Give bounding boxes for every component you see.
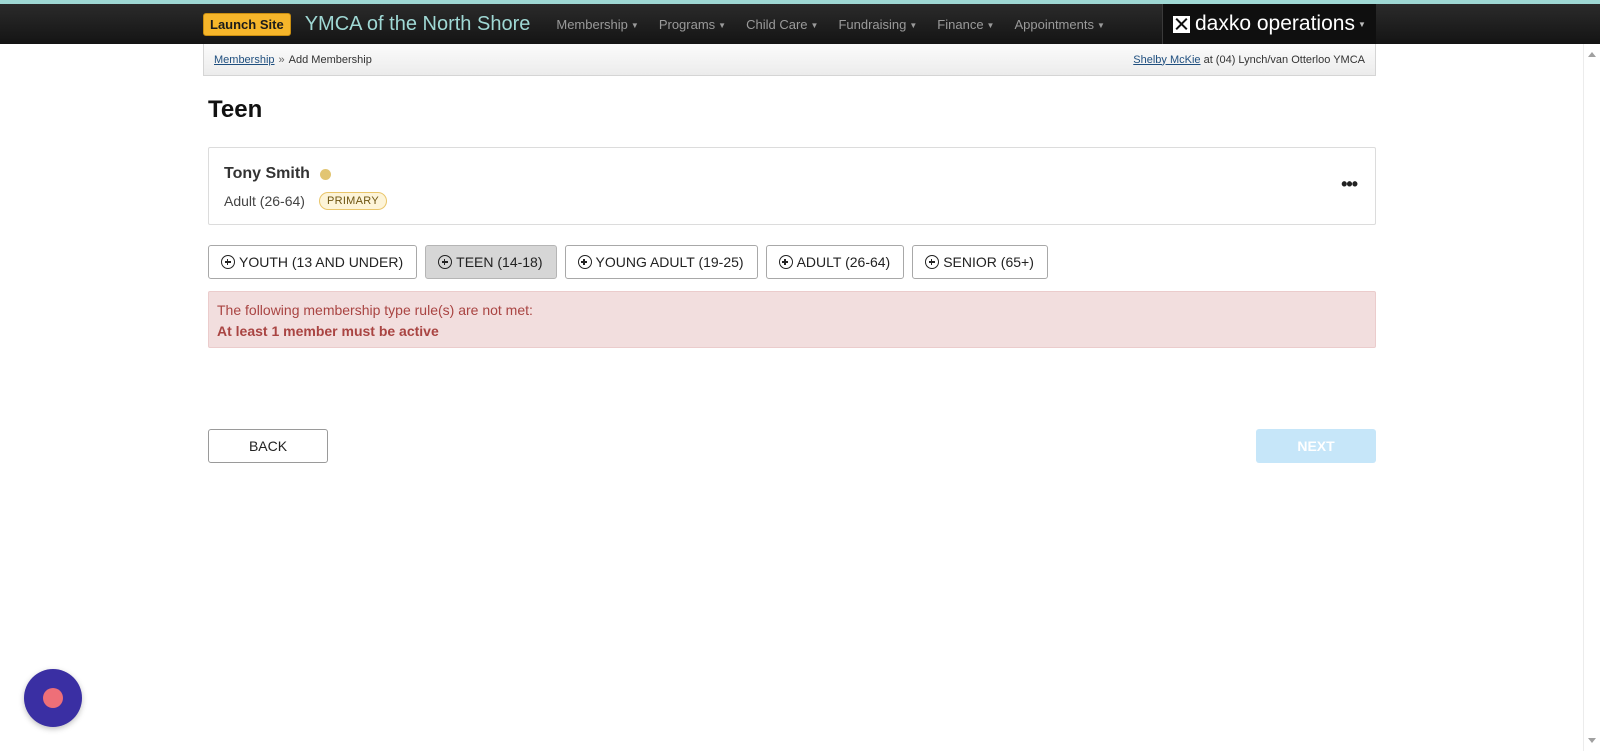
menu-item-label: Fundraising: [838, 16, 907, 32]
caret-down-icon: ▼: [1357, 19, 1366, 29]
breadcrumb-link-membership[interactable]: Membership: [214, 54, 275, 66]
menu-item-label: Programs: [658, 16, 716, 32]
member-name-row: Tony Smith: [224, 165, 331, 183]
add-youth-button[interactable]: YOUTH (13 AND UNDER): [208, 245, 418, 279]
add-senior-button[interactable]: SENIOR (65+): [912, 245, 1048, 279]
scroll-up-arrow-icon[interactable]: [1588, 52, 1596, 57]
add-adult-button[interactable]: ADULT (26-64): [765, 245, 905, 279]
breadcrumb-current: Add Membership: [288, 53, 372, 66]
menu-item-programs[interactable]: Programs ▼: [659, 17, 726, 32]
brand-name: daxko operations: [1195, 12, 1355, 35]
menu-item-appointments[interactable]: Appointments ▼: [1014, 17, 1104, 32]
caret-down-icon: ▼: [630, 20, 639, 30]
add-teen-button[interactable]: TEEN (14-18): [425, 245, 557, 279]
member-card: Tony Smith Adult (26-64) PRIMARY •••: [208, 147, 1376, 225]
main-menu: Membership ▼ Programs ▼ Child Care ▼ Fundra…: [556, 4, 1125, 44]
menu-item-finance[interactable]: Finance ▼: [937, 17, 994, 32]
member-age-group: Adult (26-64): [224, 193, 305, 209]
menu-item-label: Membership: [556, 16, 628, 32]
product-switcher[interactable]: daxko operations ▼: [1162, 4, 1376, 44]
chat-launcher-button[interactable]: [24, 669, 82, 727]
user-name-link[interactable]: Shelby McKie: [1133, 54, 1200, 66]
menu-item-label: Finance: [937, 16, 984, 32]
menu-item-membership[interactable]: Membership ▼: [556, 17, 638, 32]
plus-circle-icon: [438, 255, 453, 269]
caret-down-icon: ▼: [718, 20, 727, 30]
user-location-text: at (04) Lynch/van Otterloo YMCA: [1203, 53, 1365, 66]
caret-down-icon: ▼: [909, 20, 918, 30]
member-age-row: Adult (26-64) PRIMARY: [224, 192, 387, 210]
add-young-adult-button[interactable]: YOUNG ADULT (19-25): [564, 245, 758, 279]
plus-circle-icon: [925, 255, 940, 269]
breadcrumb: Membership» Add Membership Shelby McKie a…: [203, 44, 1376, 76]
plus-circle-icon: [778, 255, 793, 269]
type-label: YOUNG ADULT (19-25): [595, 254, 744, 270]
status-dot-icon: [319, 168, 331, 180]
menu-item-fundraising[interactable]: Fundraising ▼: [838, 17, 917, 32]
menu-item-label: Child Care: [746, 16, 808, 32]
next-button[interactable]: NEXT: [1256, 429, 1376, 463]
caret-down-icon: ▼: [810, 20, 819, 30]
daxko-logo-icon: [1173, 15, 1190, 33]
caret-down-icon: ▼: [986, 20, 995, 30]
type-label: TEEN (14-18): [456, 254, 543, 270]
type-label: ADULT (26-64): [796, 254, 891, 270]
page-scrollbar[interactable]: [1583, 44, 1600, 751]
member-type-buttons: YOUTH (13 AND UNDER) TEEN (14-18) YOUNG …: [208, 245, 1056, 279]
back-button[interactable]: BACK: [208, 429, 328, 463]
plus-circle-icon: [221, 255, 235, 269]
site-title[interactable]: YMCA of the North Shore: [305, 13, 531, 36]
alert-rule: At least 1 member must be active: [217, 323, 439, 339]
type-label: YOUTH (13 AND UNDER): [239, 254, 404, 270]
chat-dot-icon: [43, 688, 63, 708]
page-title: Teen: [208, 96, 263, 123]
scroll-down-arrow-icon[interactable]: [1588, 738, 1596, 743]
breadcrumb-trail: Membership» Add Membership: [214, 54, 372, 66]
user-location: Shelby McKie at (04) Lynch/van Otterloo …: [1133, 54, 1365, 66]
top-navbar: Launch Site YMCA of the North Shore Memb…: [0, 4, 1600, 44]
menu-item-child-care[interactable]: Child Care ▼: [746, 17, 818, 32]
rules-alert: The following membership type rule(s) ar…: [208, 291, 1376, 348]
more-options-icon[interactable]: •••: [1341, 175, 1358, 193]
caret-down-icon: ▼: [1096, 20, 1105, 30]
primary-badge: PRIMARY: [318, 192, 387, 210]
alert-message: The following membership type rule(s) ar…: [217, 302, 533, 318]
launch-site-button[interactable]: Launch Site: [203, 12, 291, 36]
member-name: Tony Smith: [224, 165, 310, 182]
navbar-inner: Launch Site YMCA of the North Shore Memb…: [203, 4, 1376, 44]
type-label: SENIOR (65+): [943, 254, 1034, 270]
menu-item-label: Appointments: [1014, 16, 1094, 32]
breadcrumb-separator: »: [278, 53, 285, 66]
plus-circle-icon: [577, 255, 592, 269]
